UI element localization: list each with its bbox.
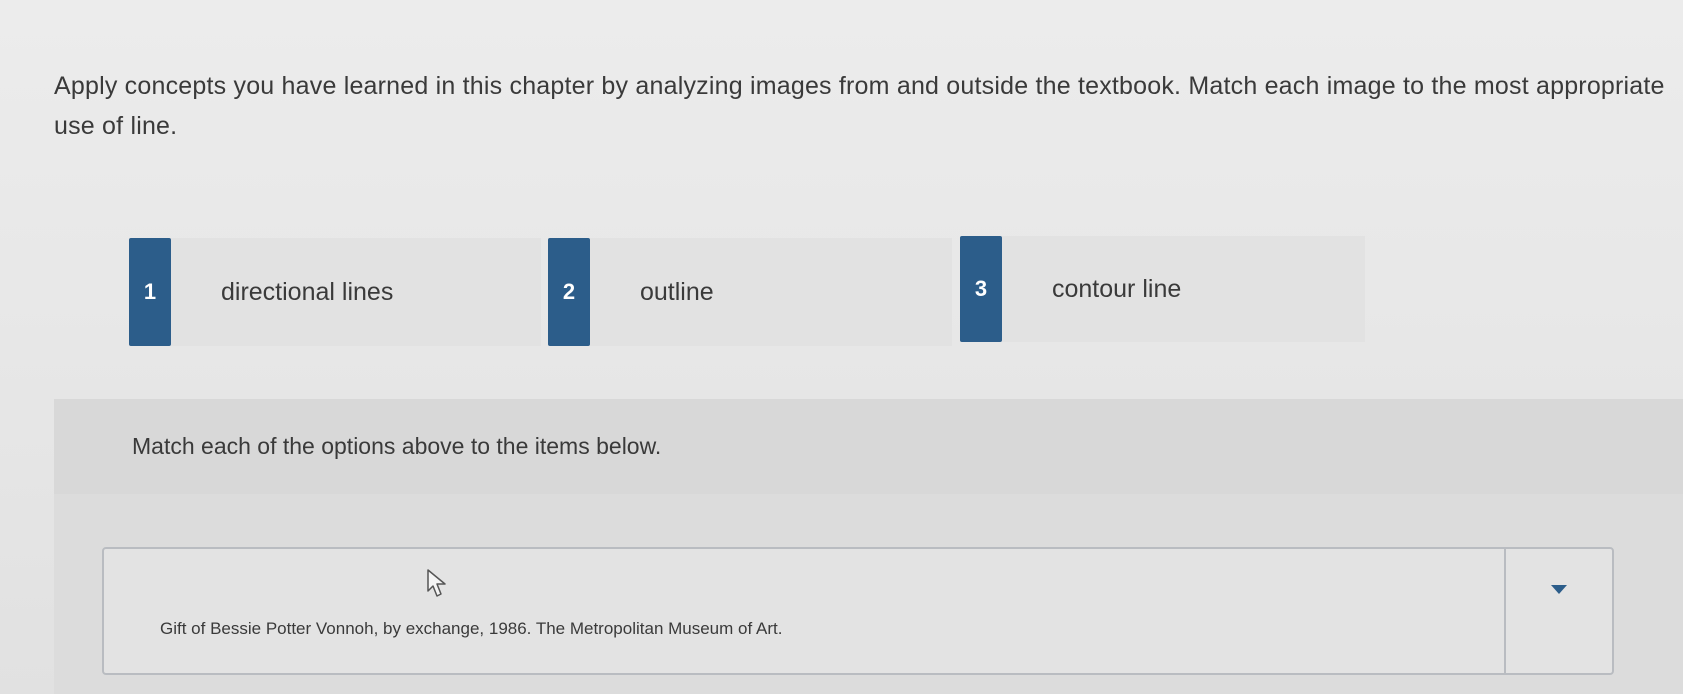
match-panel: Match each of the options above to the i… <box>54 399 1683 694</box>
page: Apply concepts you have learned in this … <box>0 0 1683 694</box>
option-1[interactable]: 1 directional lines <box>129 238 541 346</box>
match-header: Match each of the options above to the i… <box>54 399 1683 494</box>
broken-image-icon <box>427 569 446 597</box>
chevron-down-icon <box>1551 585 1567 594</box>
instructions-text: Apply concepts you have learned in this … <box>54 72 1665 140</box>
option-3[interactable]: 3 contour line <box>960 236 1365 342</box>
item-caption: Gift of Bessie Potter Vonnoh, by exchang… <box>160 619 783 638</box>
match-dropdown[interactable] <box>1504 549 1612 673</box>
option-label: directional lines <box>221 277 394 306</box>
option-number-badge: 3 <box>960 236 1002 342</box>
option-label: contour line <box>1052 274 1182 303</box>
option-number-badge: 1 <box>129 238 171 346</box>
option-number-badge: 2 <box>548 238 590 346</box>
match-prompt: Match each of the options above to the i… <box>132 433 662 459</box>
option-label: outline <box>640 277 714 306</box>
match-item[interactable]: Gift of Bessie Potter Vonnoh, by exchang… <box>102 547 1614 675</box>
option-2[interactable]: 2 outline <box>548 238 952 346</box>
